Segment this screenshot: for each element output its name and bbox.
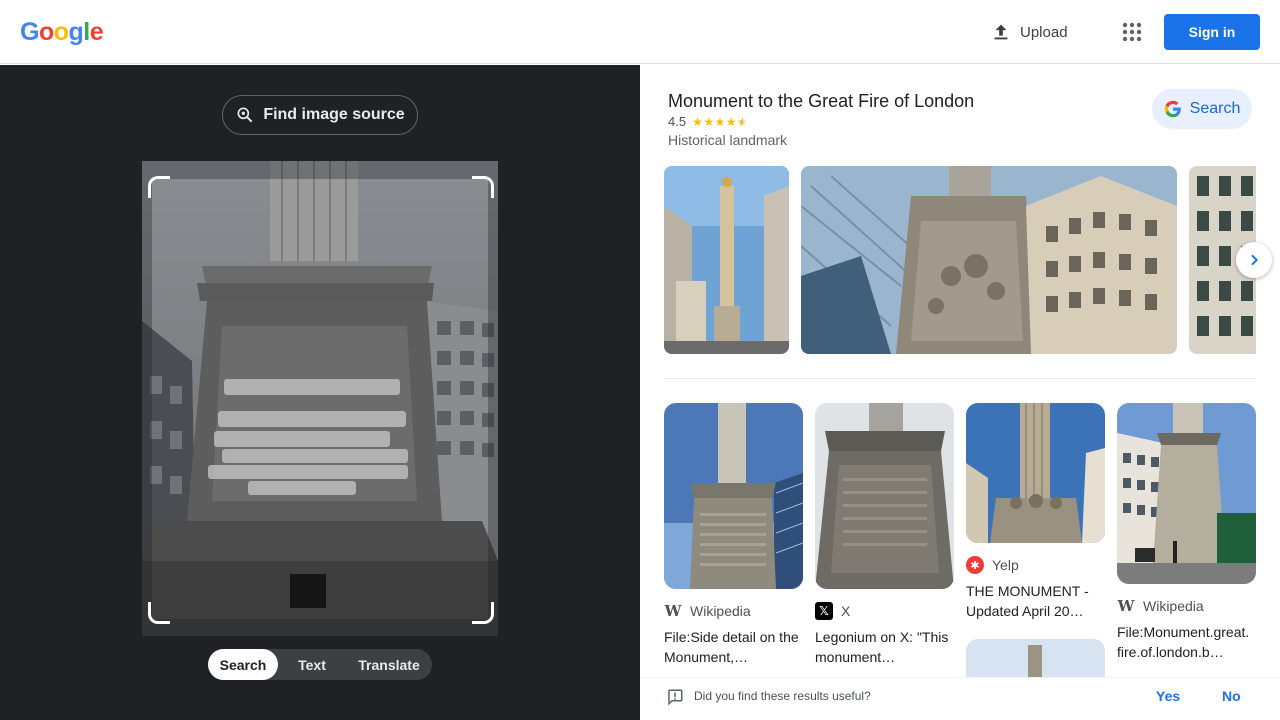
find-image-source-button[interactable]: Find image source [222, 95, 418, 135]
result-card-4[interactable]: W Wikipedia File:Monument.great.fire.of.… [1117, 403, 1256, 662]
monument-street-level-photo [1117, 403, 1256, 584]
monument-photo [142, 161, 498, 636]
carousel-image-2[interactable] [801, 166, 1177, 354]
tab-translate[interactable]: Translate [346, 649, 432, 680]
rating-row: 4.5 ★★★★★★ [668, 114, 748, 129]
logo-letter: g [68, 18, 84, 46]
knowledge-panel-title[interactable]: Monument to the Great Fire of London [668, 91, 974, 112]
place-type: Historical landmark [668, 132, 788, 148]
carousel-next-button[interactable] [1236, 242, 1272, 278]
tab-search[interactable]: Search [208, 649, 278, 680]
lens-search-icon [237, 107, 253, 123]
google-g-icon [1164, 100, 1181, 118]
monument-base-wide-photo [801, 166, 1177, 354]
monument-side-photo [664, 403, 803, 589]
section-divider [664, 378, 1256, 379]
upload-button[interactable]: Upload [990, 18, 1068, 46]
feedback-icon [668, 689, 683, 706]
top-header: Google Upload Sign in [0, 0, 1280, 64]
result-thumbnail [815, 403, 954, 589]
wikipedia-icon: W [664, 602, 682, 620]
result-source: ✱ Yelp [966, 555, 1105, 575]
query-image[interactable] [142, 161, 498, 636]
star-rating-icon: ★★★★★★ [692, 114, 749, 129]
logo-letter: G [20, 18, 39, 46]
chevron-right-icon [1251, 254, 1259, 266]
feedback-question: Did you find these results useful? [694, 689, 871, 703]
result-title: File:Monument.great.fire.of.london.b… [1117, 624, 1250, 660]
wikipedia-icon: W [1117, 597, 1135, 615]
rating-value: 4.5 [668, 114, 687, 129]
feedback-no-button[interactable]: No [1222, 688, 1241, 704]
monument-top-photo [966, 403, 1105, 543]
result-thumbnail [966, 403, 1105, 543]
x-icon: 𝕏 [815, 602, 833, 620]
google-search-button[interactable]: Search [1152, 89, 1252, 129]
crop-handle-bottom-right[interactable] [472, 602, 494, 624]
lens-mode-tabs: Search Text Translate [208, 649, 432, 680]
crop-handle-top-right[interactable] [472, 176, 494, 198]
feedback-bar: Did you find these results useful? Yes N… [640, 677, 1280, 720]
monument-pedestal-photo [815, 403, 954, 589]
monument-sky-photo [966, 639, 1105, 679]
result-source: W Wikipedia [664, 601, 803, 621]
carousel-image-1[interactable] [664, 166, 789, 354]
crop-handle-top-left[interactable] [148, 176, 170, 198]
result-card-2[interactable]: 𝕏 X Legonium on X: "This monument… [815, 403, 954, 667]
monument-street-photo [664, 166, 789, 354]
result-source-name: Yelp [992, 557, 1019, 573]
result-card-5-thumbnail[interactable] [966, 639, 1105, 679]
search-button-label: Search [1189, 100, 1241, 117]
find-image-source-label: Find image source [263, 106, 405, 123]
result-source-name: X [841, 603, 851, 619]
upload-icon [994, 24, 1008, 40]
logo-letter: e [89, 18, 104, 46]
feedback-yes-button[interactable]: Yes [1156, 688, 1180, 704]
result-source-name: Wikipedia [1143, 598, 1204, 614]
google-logo[interactable]: Google [20, 18, 104, 47]
logo-letter: o [53, 18, 69, 46]
apps-grid-icon [1122, 22, 1142, 42]
yelp-icon: ✱ [966, 556, 984, 574]
upload-label: Upload [1020, 23, 1068, 41]
result-source-name: Wikipedia [690, 603, 751, 619]
logo-letter: o [38, 18, 54, 46]
result-card-3[interactable]: ✱ Yelp THE MONUMENT - Updated April 20… [966, 403, 1105, 621]
result-thumbnail [664, 403, 803, 589]
result-title: File:Side detail on the Monument,… [664, 629, 799, 665]
results-panel: Monument to the Great Fire of London 4.5… [640, 65, 1280, 720]
crop-handle-bottom-left[interactable] [148, 602, 170, 624]
sign-in-button[interactable]: Sign in [1164, 14, 1260, 50]
result-source: W Wikipedia [1117, 596, 1256, 616]
tab-text[interactable]: Text [278, 649, 346, 680]
result-card-1[interactable]: W Wikipedia File:Side detail on the Monu… [664, 403, 803, 667]
lens-image-panel: Find image source Search Text Translate [0, 65, 640, 720]
result-source: 𝕏 X [815, 601, 954, 621]
result-title: THE MONUMENT - Updated April 20… [966, 583, 1089, 619]
apps-button[interactable] [1118, 18, 1146, 46]
result-title: Legonium on X: "This monument… [815, 629, 949, 665]
result-thumbnail [1117, 403, 1256, 584]
